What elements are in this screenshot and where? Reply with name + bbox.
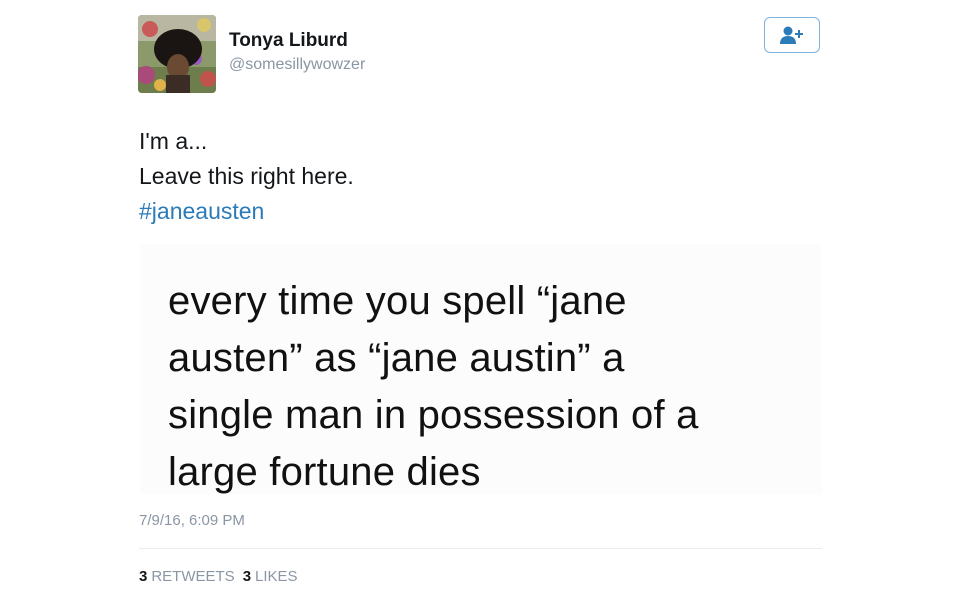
avatar[interactable] [138, 15, 216, 93]
tweet-line: I'm a... [139, 128, 208, 154]
media-line: large fortune dies [168, 450, 481, 494]
media-text: every time you spell “jane austen” as “j… [168, 273, 699, 501]
tweet-text: I'm a... Leave this right here. #janeaus… [139, 124, 354, 229]
likes-stat[interactable]: 3 LIKES [243, 568, 306, 585]
avatar-image [138, 15, 216, 93]
hashtag-link[interactable]: #janeausten [139, 194, 354, 229]
divider [139, 548, 822, 549]
tweet-timestamp[interactable]: 7/9/16, 6:09 PM [139, 512, 245, 529]
media-line: austen” as “jane austin” a [168, 336, 625, 380]
likes-count: 3 [242, 568, 252, 585]
likes-label: LIKES [255, 568, 298, 585]
author-name[interactable]: Tonya Liburd [229, 30, 348, 52]
media-line: single man in possession of a [168, 393, 699, 437]
retweets-label: RETWEETS [151, 568, 235, 585]
author-handle[interactable]: @somesillywowzer [229, 56, 365, 74]
media-line: every time you spell “jane [168, 279, 627, 323]
add-user-icon [780, 26, 803, 44]
follow-button[interactable] [764, 17, 820, 53]
retweets-stat[interactable]: 3 RETWEETS [139, 568, 243, 585]
media-image[interactable]: every time you spell “jane austen” as “j… [140, 244, 822, 494]
tweet-stats: 3 RETWEETS 3 LIKES [139, 568, 306, 585]
tweet-line: Leave this right here. [139, 163, 354, 189]
retweets-count: 3 [139, 568, 148, 585]
